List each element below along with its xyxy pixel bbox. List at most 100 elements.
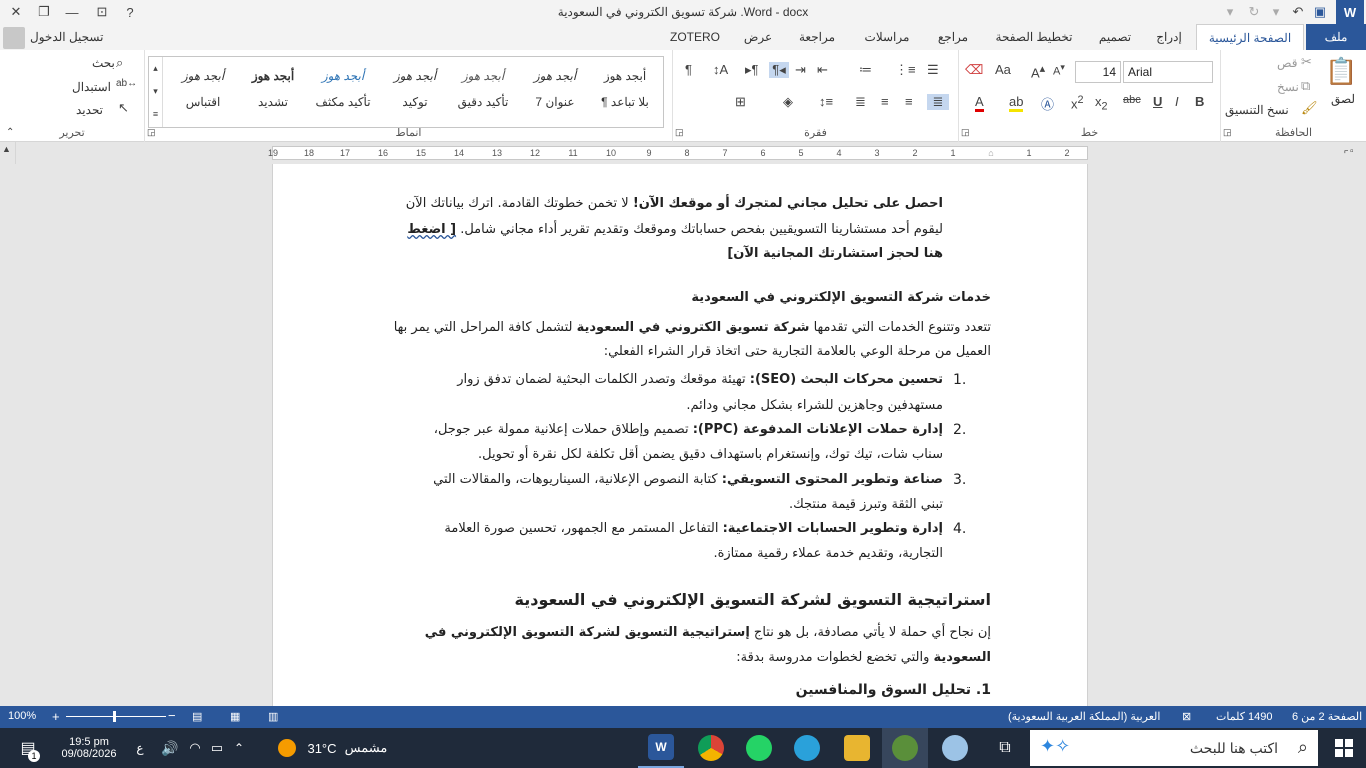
show-marks-icon[interactable]: ¶ xyxy=(685,62,692,77)
font-size-box[interactable]: 14 xyxy=(1075,61,1121,83)
style-heading-7[interactable]: أبجد هوز عنوان 7 xyxy=(519,57,591,127)
notification-icon[interactable]: ▤ 1 xyxy=(10,728,46,768)
shrink-font-icon[interactable]: A▾ xyxy=(1053,62,1065,78)
paste-button[interactable]: لصق xyxy=(1331,92,1355,106)
zoom-out-icon[interactable]: − xyxy=(168,708,176,723)
sort-icon[interactable]: ↕A xyxy=(713,62,728,77)
decrease-indent-icon[interactable]: ⇤ xyxy=(817,62,828,78)
tab-mailings[interactable]: مراسلات xyxy=(852,24,922,50)
tab-review[interactable]: مراجعة xyxy=(786,24,848,50)
copy-button[interactable]: نسخ xyxy=(1277,80,1299,94)
tab-view[interactable]: عرض xyxy=(734,24,782,50)
proofing-icon[interactable]: ⊠ xyxy=(1182,710,1191,723)
tab-design[interactable]: تصميم xyxy=(1088,24,1142,50)
distribute-icon[interactable]: ≣ xyxy=(855,94,866,110)
format-painter-button[interactable]: نسخ التنسيق xyxy=(1225,103,1289,117)
zoom-slider[interactable] xyxy=(66,716,166,717)
style-intense-emphasis[interactable]: أبجد هوز تأكيد مكثف xyxy=(307,57,379,127)
bold-icon[interactable]: B xyxy=(1195,94,1204,109)
underline-icon[interactable]: U xyxy=(1153,94,1162,109)
highlight-icon[interactable]: ab xyxy=(1009,94,1024,112)
clock[interactable]: 19:5 pm 09/08/2026 xyxy=(54,728,124,768)
tab-references[interactable]: مراجع xyxy=(928,24,978,50)
multilevel-list-icon[interactable]: ≔ xyxy=(859,62,872,78)
strikethrough-icon[interactable]: abc xyxy=(1123,94,1141,106)
scissors-icon[interactable]: ✂ xyxy=(1301,54,1312,70)
select-button[interactable]: تحديد xyxy=(76,103,103,117)
rtl-direction-icon[interactable]: ¶◂ xyxy=(769,62,789,78)
style-emphasis[interactable]: أبجد هوز توكيد xyxy=(379,57,451,127)
cursor-icon[interactable]: ↖ xyxy=(118,100,129,116)
start-button[interactable] xyxy=(1322,728,1366,768)
read-mode-icon[interactable]: ▥ xyxy=(268,710,278,723)
styles-dialog-launcher-icon[interactable]: ◲ xyxy=(147,127,156,138)
font-name-box[interactable]: Arial xyxy=(1123,61,1213,83)
word-count[interactable]: 1490 كلمات xyxy=(1216,710,1273,723)
binoculars-icon[interactable]: ⌕ xyxy=(116,55,123,71)
cut-button[interactable]: قص xyxy=(1277,56,1297,70)
font-color-icon[interactable]: A xyxy=(975,94,984,112)
subscript-icon[interactable]: x2 xyxy=(1095,94,1108,113)
dialog-launcher-icon[interactable]: ◲ xyxy=(1223,127,1232,138)
change-case-icon[interactable]: Aa xyxy=(995,62,1011,77)
shading-icon[interactable]: ◈ xyxy=(783,94,793,110)
page-count[interactable]: الصفحة 2 من 6 xyxy=(1292,710,1362,723)
bullets-icon[interactable]: ☰ xyxy=(927,62,939,78)
avatar[interactable] xyxy=(3,27,25,49)
print-layout-icon[interactable]: ▦ xyxy=(230,710,240,723)
replace-icon[interactable]: ab↔ xyxy=(116,78,137,89)
taskbar-telegram-icon[interactable] xyxy=(784,728,830,768)
expand-icon[interactable]: ▫ xyxy=(1350,146,1354,157)
align-right-icon[interactable]: ≡ xyxy=(881,94,889,109)
taskbar-paint-icon[interactable] xyxy=(932,728,978,768)
grow-font-icon[interactable]: A▴ xyxy=(1031,62,1045,80)
weather-desc[interactable]: مشمس xyxy=(342,728,390,768)
language-indicator[interactable]: العربية (المملكة العربية السعودية) xyxy=(1008,710,1160,723)
weather-temp[interactable]: 31°C xyxy=(304,728,340,768)
tab-zotero[interactable]: ZOTERO xyxy=(662,24,728,50)
taskbar-chrome-icon[interactable] xyxy=(688,728,734,768)
tab-file[interactable]: ملف xyxy=(1306,24,1366,50)
tab-layout[interactable]: تخطيط الصفحة xyxy=(986,24,1082,50)
styles-scroll-icon[interactable]: ▴ ▾ ≡ xyxy=(149,57,163,127)
tab-home[interactable]: الصفحة الرئيسية xyxy=(1196,24,1304,50)
taskbar-explorer-icon[interactable] xyxy=(834,728,880,768)
taskbar-app-icon[interactable] xyxy=(882,728,928,768)
replace-button[interactable]: استبدال xyxy=(72,80,111,94)
clear-formatting-icon[interactable]: ⌫ xyxy=(965,62,983,78)
zoom-slider-thumb[interactable] xyxy=(113,711,116,722)
style-quote[interactable]: أبجد هوز اقتباس xyxy=(167,57,239,127)
numbering-icon[interactable]: ⋮≡ xyxy=(895,62,916,78)
align-center-icon[interactable]: ≡ xyxy=(905,94,913,109)
justify-icon[interactable]: ≣ xyxy=(927,94,949,110)
borders-icon[interactable]: ⊞ xyxy=(735,94,746,110)
web-layout-icon[interactable]: ▤ xyxy=(192,710,202,723)
style-strong[interactable]: أبجد هوز تشديد xyxy=(237,57,309,127)
indent-marker-icon[interactable]: ⌂ xyxy=(988,148,993,158)
ltr-direction-icon[interactable]: ▸¶ xyxy=(745,62,759,78)
paintbrush-icon[interactable]: 🖌 xyxy=(1301,100,1318,116)
zoom-in-icon[interactable]: + xyxy=(52,709,60,724)
increase-indent-icon[interactable]: ⇥ xyxy=(795,62,806,78)
style-subtle-emphasis[interactable]: أبجد هوز تأكيد دقيق xyxy=(447,57,519,127)
paste-icon[interactable]: 📋 xyxy=(1325,56,1357,88)
battery-icon[interactable]: ▭ xyxy=(206,728,228,768)
tab-insert[interactable]: إدراج xyxy=(1146,24,1192,50)
task-view-icon[interactable]: ⧉ xyxy=(982,728,1028,768)
style-no-spacing[interactable]: أبجد هوز ¶ بلا تباعد xyxy=(589,57,661,127)
document-page[interactable]: احصل على تحليل مجاني لمتجرك أو موقعك الآ… xyxy=(272,164,1088,706)
scroll-up-icon[interactable]: ▲ xyxy=(2,144,11,154)
sign-in-link[interactable]: تسجيل الدخول xyxy=(30,30,103,44)
taskbar-word-icon[interactable]: W xyxy=(638,728,684,768)
tray-expand-icon[interactable]: ⌃ xyxy=(228,728,250,768)
wifi-icon[interactable]: ◠ xyxy=(184,728,206,768)
input-language[interactable]: ع xyxy=(130,728,150,768)
text-effects-icon[interactable]: Ⓐ xyxy=(1041,94,1054,113)
copy-icon[interactable]: ⧉ xyxy=(1301,78,1310,94)
collapse-ribbon-icon[interactable]: ⌃ xyxy=(6,127,14,138)
font-dialog-launcher-icon[interactable]: ◲ xyxy=(961,127,970,138)
find-button[interactable]: بحث xyxy=(92,56,115,70)
taskbar-whatsapp-icon[interactable] xyxy=(736,728,782,768)
volume-icon[interactable]: 🔊 xyxy=(156,728,184,768)
superscript-icon[interactable]: x2 xyxy=(1071,94,1084,111)
